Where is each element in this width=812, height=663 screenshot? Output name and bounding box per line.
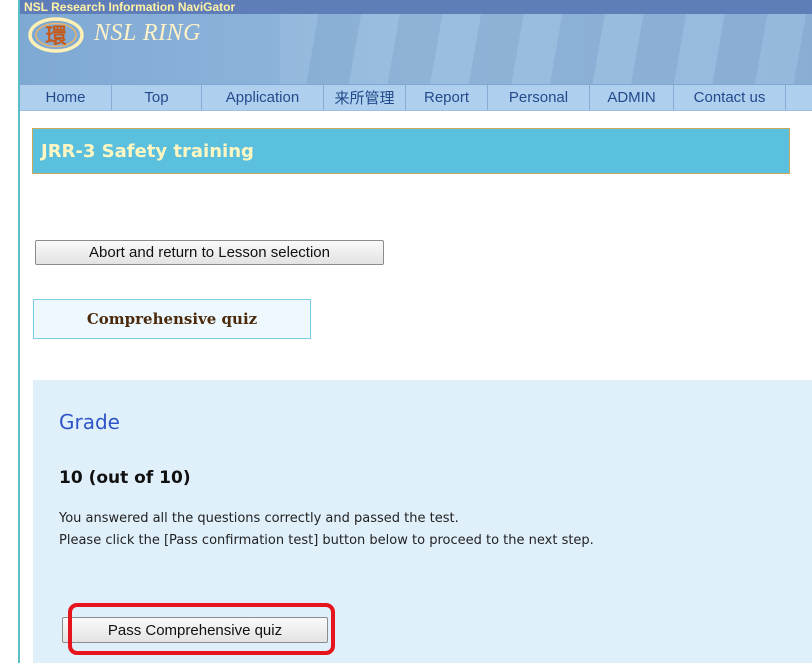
page-title: JRR-3 Safety training <box>32 128 790 174</box>
score-value: 10 (out of 10) <box>59 468 191 488</box>
nav-item-personal[interactable]: Personal <box>488 85 590 110</box>
nav-item-top[interactable]: Top <box>112 85 202 110</box>
result-message-line2: Please click the [Pass confirmation test… <box>59 533 594 548</box>
logo-glyph: 環 <box>46 24 68 48</box>
main-nav: Home Top Application 来所管理 Report Persona… <box>20 84 812 111</box>
abort-button[interactable]: Abort and return to Lesson selection <box>35 240 384 265</box>
header-background-art <box>280 14 812 86</box>
app-title: NSL Research Information NaviGator <box>24 0 236 14</box>
nav-item-contact-us[interactable]: Contact us <box>674 85 786 110</box>
nav-item-home[interactable]: Home <box>20 85 112 110</box>
nav-item-admin[interactable]: ADMIN <box>590 85 674 110</box>
nav-item-application[interactable]: Application <box>202 85 324 110</box>
nav-item-visit-management[interactable]: 来所管理 <box>324 85 406 110</box>
result-message-line1: You answered all the questions correctly… <box>59 511 459 526</box>
pass-quiz-button[interactable]: Pass Comprehensive quiz <box>62 617 328 643</box>
logo-text[interactable]: NSL RING <box>94 18 201 48</box>
site-header: NSL Research Information NaviGator 環 NSL… <box>20 0 812 86</box>
ring-logo-icon[interactable]: 環 <box>28 17 84 53</box>
nav-item-report[interactable]: Report <box>406 85 488 110</box>
quiz-tab: Comprehensive quiz <box>33 299 311 339</box>
grade-heading: Grade <box>59 410 120 434</box>
